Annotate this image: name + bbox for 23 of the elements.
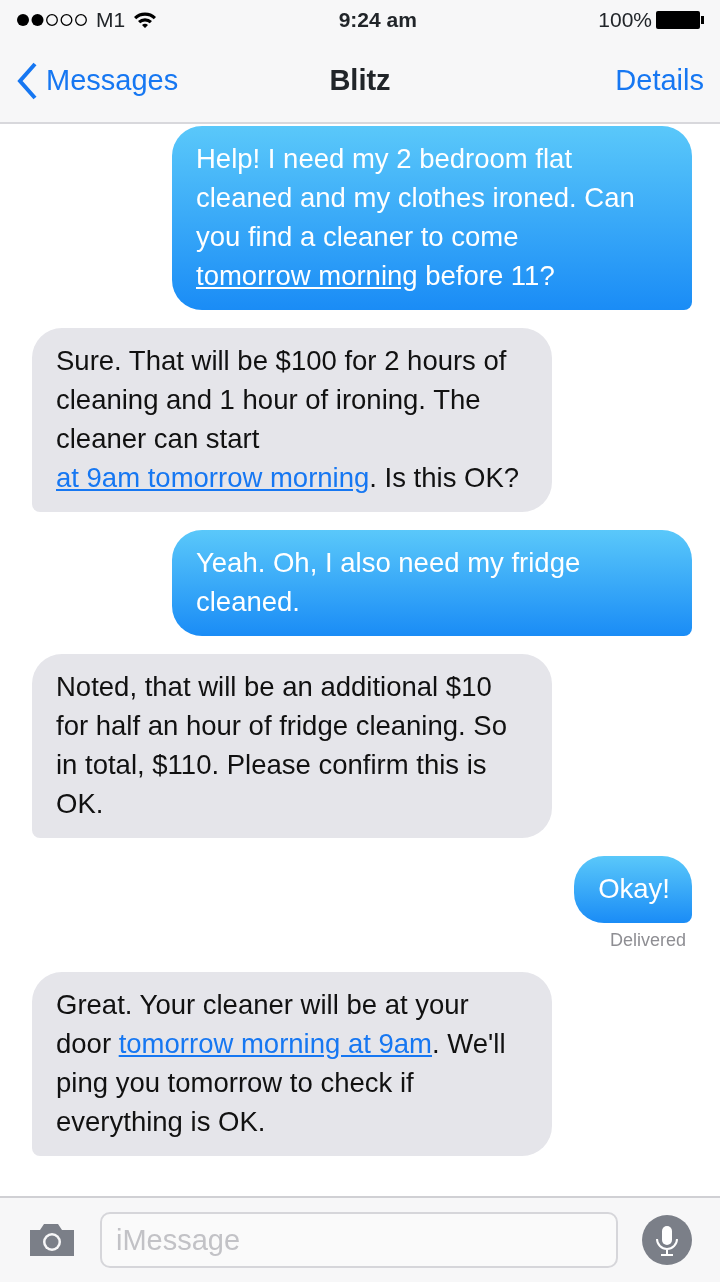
microphone-icon[interactable] [642,1215,692,1265]
message-field[interactable]: iMessage [100,1212,618,1268]
link[interactable]: at 9am tomorrow morning [56,462,370,493]
back-chevron-icon [16,62,38,100]
signal-icon [16,13,88,27]
conversation-title: Blitz [329,63,391,99]
message-bubble: Sure. That will be $100 for 2 hours of cleaning and 1 hour of ironing. The cleaner can start at 9am tomorrow morning. Is this OK? [32,328,552,512]
message-bubble: Okay! [574,856,692,923]
back-button[interactable]: Messages [16,59,179,103]
status-time: 9:24 am [338,7,417,34]
wifi-icon [133,11,158,29]
message-bubble: Noted, that will be an additional $10 for half an hour of fridge cleaning. So in total, $110. Please confirm this is OK. [32,654,552,838]
link[interactable]: tomorrow morning at 9am [118,1028,432,1059]
message-bubble: Great. Your cleaner will be at your door tomorrow morning at 9am. We'll ping you tomorrow to check if everything is OK. [32,972,552,1156]
camera-icon[interactable] [28,1222,76,1258]
battery-icon [656,11,704,29]
link[interactable]: tomorrow morning [196,260,418,291]
battery-percent: 100% [598,7,652,34]
delivery-status: Delivered [609,929,686,952]
details-link[interactable]: Details [615,59,704,103]
message-bubble: Yeah. Oh, I also need my fridge cleaned. [172,530,692,636]
carrier-name: M1 [96,7,126,34]
message-bubble: Help! I need my 2 bedroom flat cleaned and my clothes ironed. Can you find a cleaner to come tomorrow morning before 11? [172,126,692,310]
